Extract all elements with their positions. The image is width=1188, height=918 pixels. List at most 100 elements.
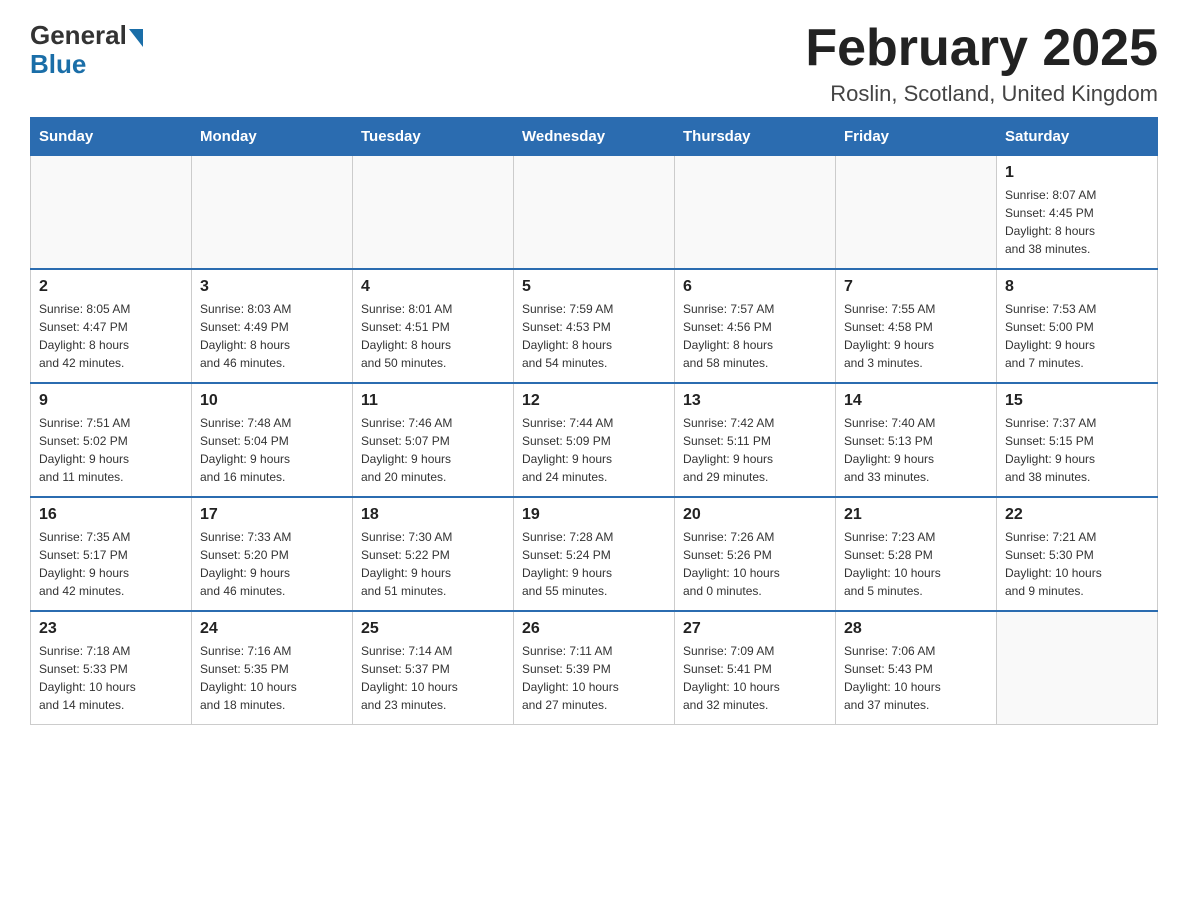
calendar-cell: 19 Sunrise: 7:28 AMSunset: 5:24 PMDayligh… [514,497,675,611]
day-number: 7 [844,278,988,296]
day-number: 9 [39,392,183,410]
day-number: 23 [39,620,183,638]
day-number: 11 [361,392,505,410]
title-area: February 2025 Roslin, Scotland, United K… [805,20,1158,107]
day-number: 18 [361,506,505,524]
day-number: 16 [39,506,183,524]
calendar-cell: 15Sunrise: 7:37 AMSunset: 5:15 PMDayligh… [997,383,1158,497]
logo-triangle-icon [129,29,143,47]
calendar-cell: 21 Sunrise: 7:23 AMSunset: 5:28 PMDayligh… [836,497,997,611]
day-info: Sunrise: 7:51 AMSunset: 5:02 PMDaylight:… [39,414,183,486]
calendar-week-row: 9 Sunrise: 7:51 AMSunset: 5:02 PMDaylight… [31,383,1158,497]
calendar-cell: 9 Sunrise: 7:51 AMSunset: 5:02 PMDaylight… [31,383,192,497]
day-number: 20 [683,506,827,524]
calendar-cell: 28Sunrise: 7:06 AMSunset: 5:43 PMDayligh… [836,611,997,725]
day-number: 19 [522,506,666,524]
calendar-cell [353,156,514,270]
calendar-week-row: 16 Sunrise: 7:35 AMSunset: 5:17 PMDayligh… [31,497,1158,611]
calendar-cell: 10 Sunrise: 7:48 AMSunset: 5:04 PMDayligh… [192,383,353,497]
calendar-cell: 3 Sunrise: 8:03 AMSunset: 4:49 PMDaylight… [192,269,353,383]
calendar-cell: 13Sunrise: 7:42 AMSunset: 5:11 PMDayligh… [675,383,836,497]
weekday-header-sunday: Sunday [31,118,192,156]
day-number: 10 [200,392,344,410]
day-info: Sunrise: 7:44 AMSunset: 5:09 PMDaylight:… [522,414,666,486]
weekday-header-wednesday: Wednesday [514,118,675,156]
day-number: 6 [683,278,827,296]
calendar-cell: 14 Sunrise: 7:40 AMSunset: 5:13 PMDayligh… [836,383,997,497]
day-number: 1 [1005,164,1149,182]
day-info: Sunrise: 7:18 AMSunset: 5:33 PMDaylight:… [39,642,183,714]
day-info: Sunrise: 7:14 AMSunset: 5:37 PMDaylight:… [361,642,505,714]
calendar-cell: 17 Sunrise: 7:33 AMSunset: 5:20 PMDayligh… [192,497,353,611]
day-info: Sunrise: 7:55 AMSunset: 4:58 PMDaylight:… [844,300,988,372]
day-info: Sunrise: 8:01 AMSunset: 4:51 PMDaylight:… [361,300,505,372]
day-number: 17 [200,506,344,524]
calendar-cell: 25 Sunrise: 7:14 AMSunset: 5:37 PMDayligh… [353,611,514,725]
calendar-cell: 6 Sunrise: 7:57 AMSunset: 4:56 PMDaylight… [675,269,836,383]
weekday-header-saturday: Saturday [997,118,1158,156]
day-number: 5 [522,278,666,296]
calendar-cell: 23 Sunrise: 7:18 AMSunset: 5:33 PMDayligh… [31,611,192,725]
day-number: 24 [200,620,344,638]
calendar-cell: 11 Sunrise: 7:46 AMSunset: 5:07 PMDayligh… [353,383,514,497]
calendar-cell [31,156,192,270]
day-number: 14 [844,392,988,410]
calendar-week-row: 2Sunrise: 8:05 AMSunset: 4:47 PMDaylight… [31,269,1158,383]
day-info: Sunrise: 7:16 AMSunset: 5:35 PMDaylight:… [200,642,344,714]
page-header: General Blue February 2025 Roslin, Scotl… [30,20,1158,107]
day-number: 13 [683,392,827,410]
day-number: 12 [522,392,666,410]
day-info: Sunrise: 8:07 AMSunset: 4:45 PMDaylight:… [1005,186,1149,258]
day-info: Sunrise: 7:46 AMSunset: 5:07 PMDaylight:… [361,414,505,486]
calendar-cell [675,156,836,270]
day-info: Sunrise: 7:28 AMSunset: 5:24 PMDaylight:… [522,528,666,600]
calendar-cell: 24 Sunrise: 7:16 AMSunset: 5:35 PMDayligh… [192,611,353,725]
calendar-cell: 16 Sunrise: 7:35 AMSunset: 5:17 PMDayligh… [31,497,192,611]
calendar-cell: 5Sunrise: 7:59 AMSunset: 4:53 PMDaylight… [514,269,675,383]
day-info: Sunrise: 7:40 AMSunset: 5:13 PMDaylight:… [844,414,988,486]
calendar-cell: 4 Sunrise: 8:01 AMSunset: 4:51 PMDaylight… [353,269,514,383]
location-text: Roslin, Scotland, United Kingdom [805,81,1158,107]
day-info: Sunrise: 7:30 AMSunset: 5:22 PMDaylight:… [361,528,505,600]
calendar-week-row: 1 Sunrise: 8:07 AMSunset: 4:45 PMDaylight… [31,156,1158,270]
day-number: 4 [361,278,505,296]
day-number: 26 [522,620,666,638]
calendar-cell: 12 Sunrise: 7:44 AMSunset: 5:09 PMDayligh… [514,383,675,497]
day-info: Sunrise: 8:03 AMSunset: 4:49 PMDaylight:… [200,300,344,372]
day-number: 25 [361,620,505,638]
day-info: Sunrise: 7:21 AMSunset: 5:30 PMDaylight:… [1005,528,1149,600]
day-info: Sunrise: 7:23 AMSunset: 5:28 PMDaylight:… [844,528,988,600]
month-title: February 2025 [805,20,1158,77]
logo: General Blue [30,20,143,80]
calendar-cell: 20 Sunrise: 7:26 AMSunset: 5:26 PMDayligh… [675,497,836,611]
day-number: 15 [1005,392,1149,410]
calendar-cell: 8Sunrise: 7:53 AMSunset: 5:00 PMDaylight… [997,269,1158,383]
day-info: Sunrise: 7:57 AMSunset: 4:56 PMDaylight:… [683,300,827,372]
day-info: Sunrise: 7:26 AMSunset: 5:26 PMDaylight:… [683,528,827,600]
calendar-week-row: 23 Sunrise: 7:18 AMSunset: 5:33 PMDayligh… [31,611,1158,725]
day-number: 21 [844,506,988,524]
day-info: Sunrise: 7:09 AMSunset: 5:41 PMDaylight:… [683,642,827,714]
weekday-header-monday: Monday [192,118,353,156]
day-info: Sunrise: 7:33 AMSunset: 5:20 PMDaylight:… [200,528,344,600]
calendar-header-row: SundayMondayTuesdayWednesdayThursdayFrid… [31,118,1158,156]
calendar-cell: 22 Sunrise: 7:21 AMSunset: 5:30 PMDayligh… [997,497,1158,611]
logo-blue-text: Blue [30,49,86,80]
calendar-cell: 18 Sunrise: 7:30 AMSunset: 5:22 PMDayligh… [353,497,514,611]
logo-general-text: General [30,20,127,51]
weekday-header-friday: Friday [836,118,997,156]
day-info: Sunrise: 7:11 AMSunset: 5:39 PMDaylight:… [522,642,666,714]
day-number: 3 [200,278,344,296]
calendar-cell: 1 Sunrise: 8:07 AMSunset: 4:45 PMDaylight… [997,156,1158,270]
weekday-header-thursday: Thursday [675,118,836,156]
calendar-cell [997,611,1158,725]
day-info: Sunrise: 7:06 AMSunset: 5:43 PMDaylight:… [844,642,988,714]
day-number: 2 [39,278,183,296]
calendar-cell [192,156,353,270]
day-info: Sunrise: 7:48 AMSunset: 5:04 PMDaylight:… [200,414,344,486]
calendar-cell [514,156,675,270]
day-info: Sunrise: 7:35 AMSunset: 5:17 PMDaylight:… [39,528,183,600]
calendar-cell: 26 Sunrise: 7:11 AMSunset: 5:39 PMDayligh… [514,611,675,725]
calendar-cell: 7 Sunrise: 7:55 AMSunset: 4:58 PMDaylight… [836,269,997,383]
day-number: 22 [1005,506,1149,524]
